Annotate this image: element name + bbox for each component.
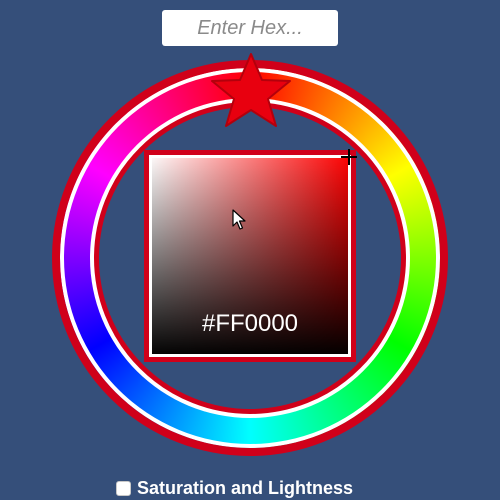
crosshair-icon[interactable] <box>340 148 358 166</box>
checkbox[interactable] <box>116 480 131 496</box>
saturation-lightness-label: Saturation and Lightness <box>137 477 354 498</box>
mouse-cursor-icon <box>232 209 246 230</box>
selected-hex-readout: #FF0000 <box>201 310 299 337</box>
star-handle-icon[interactable] <box>208 50 294 130</box>
saturation-lightness-toggle[interactable]: Saturation and Lightness <box>116 478 353 498</box>
color-picker: #FF0000 <box>0 0 500 500</box>
